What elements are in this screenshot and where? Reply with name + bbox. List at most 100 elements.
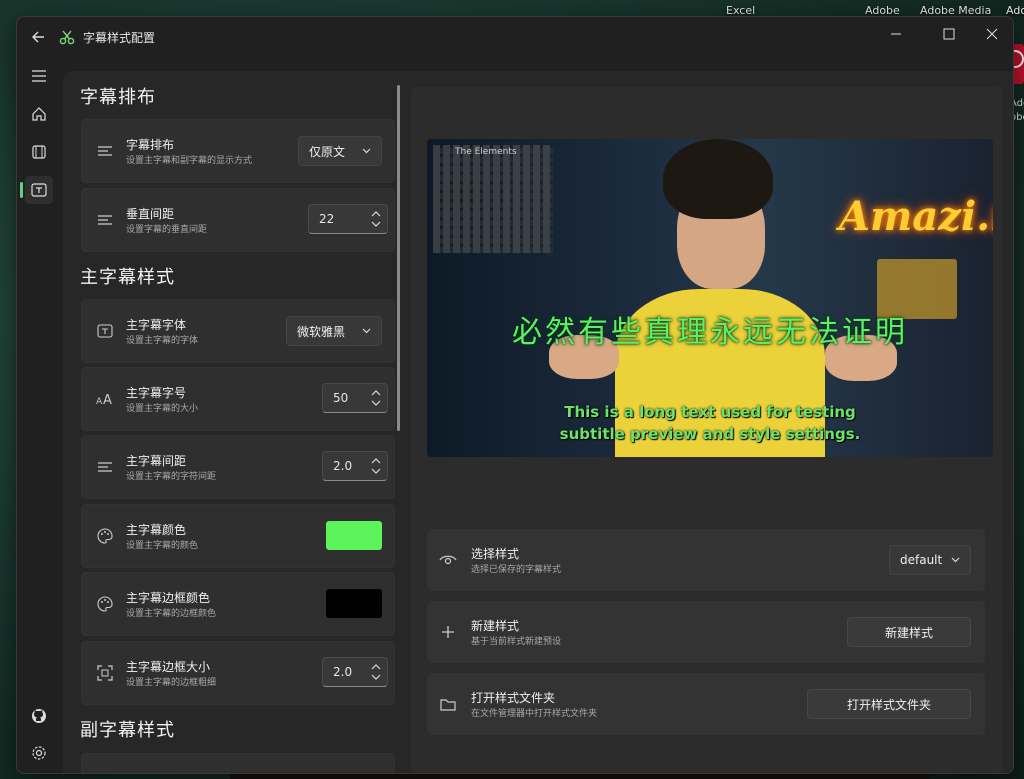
eye-icon bbox=[439, 551, 457, 569]
settings-scrollbar[interactable] bbox=[397, 85, 400, 431]
setting-card-border-size: 主字幕边框大小 设置主字幕的边框粗细 2.0 bbox=[81, 641, 395, 705]
new-style-card: 新建样式 基于当前样式新建预设 新建样式 bbox=[427, 601, 985, 663]
vertical-spacing-spinbox[interactable]: 22 bbox=[308, 204, 388, 234]
minimize-icon bbox=[891, 33, 901, 35]
setting-card-vertical-spacing: 垂直间距 设置字幕的垂直间距 22 bbox=[81, 188, 395, 252]
settings-column: 字幕排布 字幕排布 设置主字幕和副字幕的显示方式 仅原文 垂直间距 设置字幕的垂… bbox=[63, 71, 403, 773]
chevron-down-icon bbox=[362, 148, 371, 154]
main-font-dropdown[interactable]: 微软雅黑 bbox=[286, 316, 382, 346]
nav-active-indicator bbox=[20, 182, 23, 198]
chevron-down-icon bbox=[951, 557, 960, 563]
new-style-button[interactable]: 新建样式 bbox=[847, 617, 971, 647]
setting-description: 设置主字幕的字符间距 bbox=[126, 472, 217, 482]
action-description: 基于当前样式新建预设 bbox=[471, 637, 562, 647]
periodic-table-backdrop bbox=[433, 145, 553, 253]
font-icon bbox=[96, 322, 114, 340]
open-style-folder-card: 打开样式文件夹 在文件管理器中打开样式文件夹 打开样式文件夹 bbox=[427, 673, 985, 735]
dropdown-value: default bbox=[900, 553, 943, 567]
title-bar: 字幕样式配置 bbox=[17, 17, 1013, 57]
action-title: 新建样式 bbox=[471, 619, 520, 633]
home-icon bbox=[32, 107, 46, 121]
setting-title: 主字幕颜色 bbox=[126, 523, 187, 537]
setting-description: 设置主字幕的字体 bbox=[126, 336, 199, 346]
maximize-button[interactable] bbox=[926, 17, 972, 51]
setting-card-main-font-size: AA 主字幕字号 设置主字幕的大小 50 bbox=[81, 367, 395, 431]
palette-icon bbox=[96, 595, 114, 613]
border-color-swatch[interactable] bbox=[326, 589, 382, 618]
nav-video-button[interactable] bbox=[25, 138, 53, 166]
setting-title: 主字幕边框颜色 bbox=[126, 591, 211, 605]
arrow-left-icon bbox=[32, 31, 44, 43]
periodic-table-title: The Elements bbox=[455, 147, 517, 157]
style-select-card: 选择样式 选择已保存的字幕样式 default bbox=[427, 529, 985, 591]
close-icon bbox=[986, 28, 998, 40]
spinbox-value: 2.0 bbox=[333, 459, 353, 473]
section-title-secondary-subtitle: 副字幕样式 bbox=[80, 720, 175, 741]
updown-icon[interactable] bbox=[371, 663, 381, 681]
palette-icon bbox=[96, 527, 114, 545]
setting-title: 主字幕字体 bbox=[126, 318, 187, 332]
style-preset-dropdown[interactable]: default bbox=[889, 545, 971, 575]
nav-settings-button[interactable] bbox=[25, 739, 53, 767]
setting-card-secondary-partial bbox=[81, 753, 395, 773]
border-size-spinbox[interactable]: 2.0 bbox=[322, 657, 388, 687]
action-description: 在文件管理器中打开样式文件夹 bbox=[471, 709, 598, 719]
desktop-label-ado: Ado bbox=[1006, 4, 1024, 17]
main-font-size-spinbox[interactable]: 50 bbox=[322, 383, 388, 413]
border-size-icon bbox=[96, 664, 114, 682]
preview-panel: The Elements Amazi.n 必然有些真理永远无法证明 This i… bbox=[411, 87, 1003, 773]
setting-description: 设置字幕的垂直间距 bbox=[126, 225, 208, 235]
section-title-layout: 字幕排布 bbox=[80, 87, 156, 108]
subtitle-preview-image: The Elements Amazi.n 必然有些真理永远无法证明 This i… bbox=[427, 139, 993, 457]
content-area: 字幕排布 字幕排布 设置主字幕和副字幕的显示方式 仅原文 垂直间距 设置字幕的垂… bbox=[63, 71, 1013, 773]
svg-text:A: A bbox=[96, 397, 103, 406]
setting-title: 主字幕字号 bbox=[126, 386, 187, 400]
back-button[interactable] bbox=[25, 25, 51, 49]
minimize-button[interactable] bbox=[873, 17, 919, 51]
github-icon bbox=[32, 709, 46, 723]
spinbox-value: 2.0 bbox=[333, 665, 353, 679]
window-title: 字幕样式配置 bbox=[83, 31, 156, 45]
settings-icon bbox=[32, 746, 46, 760]
nav-home-button[interactable] bbox=[25, 100, 53, 128]
updown-icon[interactable] bbox=[371, 457, 381, 475]
setting-card-main-color: 主字幕颜色 设置主字幕的颜色 bbox=[81, 504, 395, 568]
app-window: 字幕样式配置 字幕排布 字幕排布 设置主字幕和副字幕的显示方式 仅原文 垂直间距… bbox=[16, 16, 1014, 774]
film-icon bbox=[32, 145, 46, 159]
secondary-subtitle-line: This is a long text used for testing bbox=[564, 403, 856, 421]
setting-card-border-color: 主字幕边框颜色 设置主字幕的边框颜色 bbox=[81, 572, 395, 636]
setting-title: 垂直间距 bbox=[126, 207, 175, 221]
nav-subtitle-style-button[interactable] bbox=[25, 176, 53, 204]
setting-description: 设置主字幕的大小 bbox=[126, 404, 199, 414]
updown-icon[interactable] bbox=[371, 389, 381, 407]
svg-text:A: A bbox=[103, 393, 112, 406]
font-size-icon: AA bbox=[96, 390, 114, 408]
open-style-folder-button[interactable]: 打开样式文件夹 bbox=[807, 689, 971, 719]
close-button[interactable] bbox=[969, 17, 1013, 51]
action-description: 选择已保存的字幕样式 bbox=[471, 565, 562, 575]
person-hair bbox=[663, 139, 773, 219]
setting-title: 字幕排布 bbox=[126, 138, 175, 152]
layout-mode-dropdown[interactable]: 仅原文 bbox=[298, 136, 382, 166]
maximize-icon bbox=[943, 28, 955, 40]
nav-menu-button[interactable] bbox=[25, 62, 53, 90]
spinbox-value: 50 bbox=[333, 391, 349, 405]
action-title: 打开样式文件夹 bbox=[471, 691, 556, 705]
neon-sign-text: Amazi.n bbox=[839, 193, 993, 240]
setting-description: 设置主字幕的颜色 bbox=[126, 541, 199, 551]
main-subtitle-preview: 必然有些真理永远无法证明 bbox=[512, 315, 908, 350]
dropdown-value: 微软雅黑 bbox=[297, 324, 346, 339]
lines-icon bbox=[96, 211, 114, 229]
main-spacing-spinbox[interactable]: 2.0 bbox=[322, 451, 388, 481]
subtitle-icon bbox=[31, 183, 47, 197]
secondary-subtitle-line: subtitle preview and style settings. bbox=[559, 425, 861, 443]
setting-title: 主字幕间距 bbox=[126, 454, 187, 468]
nav-github-button[interactable] bbox=[25, 702, 53, 730]
main-color-swatch[interactable] bbox=[326, 521, 382, 550]
updown-icon[interactable] bbox=[371, 210, 381, 228]
setting-description: 设置主字幕的边框颜色 bbox=[126, 609, 217, 619]
lines-icon bbox=[96, 458, 114, 476]
spinbox-value: 22 bbox=[319, 212, 335, 226]
lines-icon bbox=[96, 142, 114, 160]
setting-title: 主字幕边框大小 bbox=[126, 660, 211, 674]
